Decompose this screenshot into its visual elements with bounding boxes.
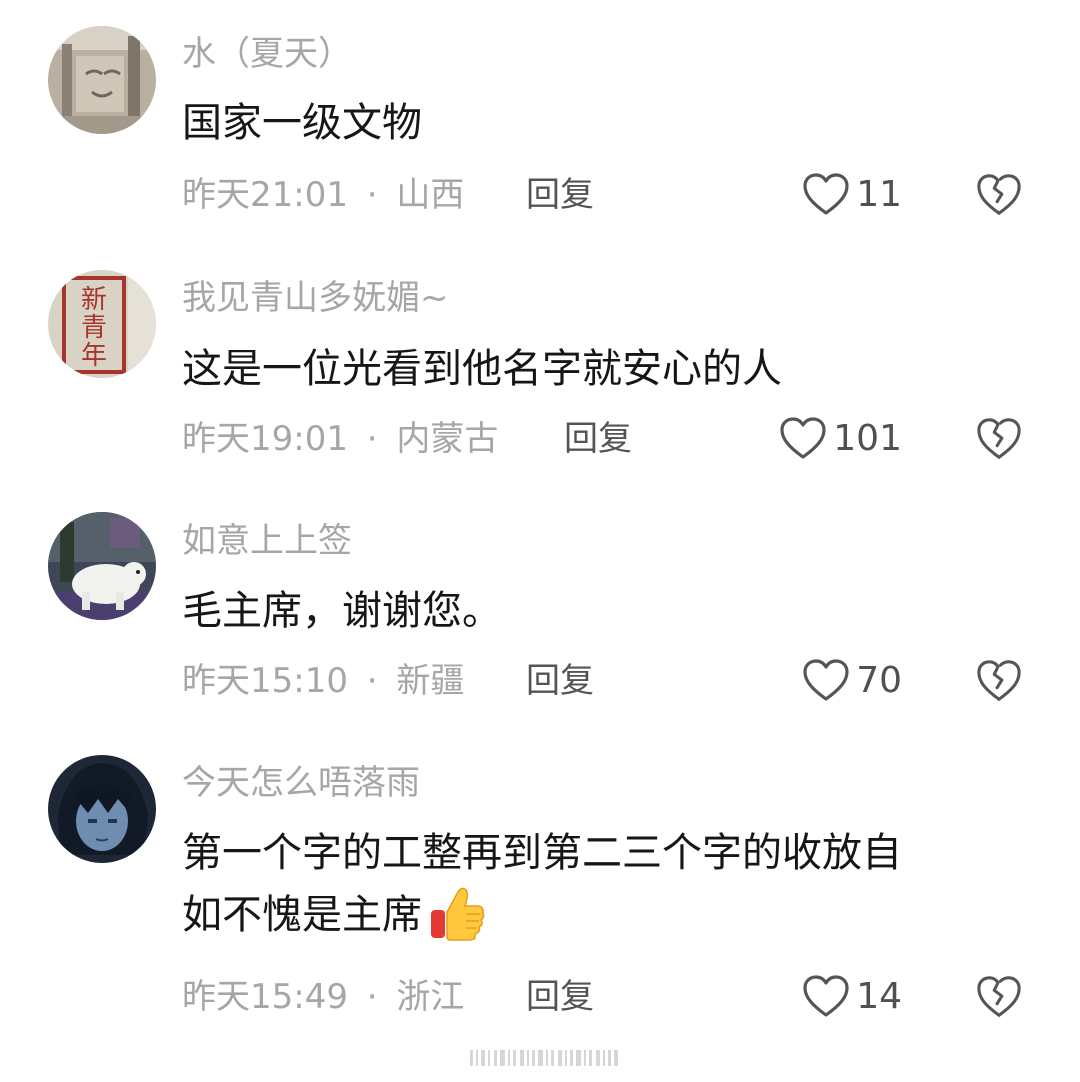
comment-username[interactable]: 我见青山多妩媚~ xyxy=(182,278,449,318)
heart-icon xyxy=(780,417,826,459)
comment-time: 昨天15:49 xyxy=(182,977,348,1017)
comment-meta: 昨天15:49 · 浙江 xyxy=(182,977,464,1017)
meta-separator: · xyxy=(366,175,378,215)
comment-text-line: 第一个字的工整再到第二三个字的收放自 xyxy=(182,830,902,876)
avatar[interactable] xyxy=(48,512,156,620)
comment-text-line-2: 如不愧是主席 xyxy=(182,884,902,946)
reply-button[interactable]: 回复 xyxy=(526,661,594,701)
comment-username[interactable]: 今天怎么唔落雨 xyxy=(182,763,420,803)
heart-icon xyxy=(803,173,849,215)
comment-text-line: 国家一级文物 xyxy=(182,100,422,146)
comment-text: 国家一级文物 xyxy=(182,92,422,154)
comment-meta: 昨天19:01 · 内蒙古 xyxy=(182,419,498,459)
heart-icon xyxy=(803,659,849,701)
like-count: 14 xyxy=(856,976,902,1017)
like-count: 70 xyxy=(856,660,902,701)
heart-icon xyxy=(803,975,849,1017)
comment-location: 山西 xyxy=(396,175,465,215)
comment-location: 内蒙古 xyxy=(396,419,499,459)
like-button[interactable]: 101 xyxy=(779,414,902,464)
comment-text-line: 毛主席，谢谢您。 xyxy=(182,588,502,634)
like-button[interactable]: 14 xyxy=(802,972,902,1022)
seal-char: 新 xyxy=(81,285,107,315)
avatar[interactable]: 新 青 年 xyxy=(48,270,156,378)
like-button[interactable]: 70 xyxy=(802,656,902,706)
comment-meta: 昨天15:10 · 新疆 xyxy=(182,661,464,701)
comment-text-line: 这是一位光看到他名字就安心的人 xyxy=(182,346,782,392)
broken-heart-icon[interactable] xyxy=(976,172,1022,218)
comment-time: 昨天15:10 xyxy=(182,661,348,701)
comment-text: 第一个字的工整再到第二三个字的收放自 如不愧是主席 xyxy=(182,822,902,946)
wall-photo-avatar-image xyxy=(48,26,156,134)
comment-location: 新疆 xyxy=(396,661,465,701)
comment-text-line: 如不愧是主席 xyxy=(182,892,422,938)
like-count: 101 xyxy=(833,418,902,459)
avatar[interactable] xyxy=(48,26,156,134)
comment-text: 这是一位光看到他名字就安心的人 xyxy=(182,338,782,400)
like-button[interactable]: 11 xyxy=(802,170,902,220)
meta-separator: · xyxy=(366,419,378,459)
comment-location: 浙江 xyxy=(396,977,465,1017)
comment-username[interactable]: 如意上上签 xyxy=(182,521,352,561)
like-count: 11 xyxy=(856,174,902,215)
thumbs-up-emoji xyxy=(431,887,485,941)
comment-time: 昨天19:01 xyxy=(182,419,348,459)
seal-char: 年 xyxy=(81,341,107,371)
avatar[interactable] xyxy=(48,755,156,863)
comment-username[interactable]: 水（夏天） xyxy=(182,34,352,74)
reply-button[interactable]: 回复 xyxy=(564,419,632,459)
broken-heart-icon[interactable] xyxy=(976,658,1022,704)
comment-time: 昨天21:01 xyxy=(182,175,348,215)
comment-text: 毛主席，谢谢您。 xyxy=(182,580,502,642)
comment-meta: 昨天21:01 · 山西 xyxy=(182,175,464,215)
reply-button[interactable]: 回复 xyxy=(526,977,594,1017)
meta-separator: · xyxy=(366,661,378,701)
polar-bear-game-avatar-image xyxy=(48,512,156,620)
xinqingnian-seal-avatar-image: 新 青 年 xyxy=(48,270,156,378)
broken-heart-icon[interactable] xyxy=(976,416,1022,462)
anime-character-avatar-image xyxy=(48,755,156,863)
watermark-mark xyxy=(470,1050,618,1066)
reply-button[interactable]: 回复 xyxy=(526,175,594,215)
meta-separator: · xyxy=(366,977,378,1017)
seal-char: 青 xyxy=(81,313,107,343)
broken-heart-icon[interactable] xyxy=(976,974,1022,1020)
